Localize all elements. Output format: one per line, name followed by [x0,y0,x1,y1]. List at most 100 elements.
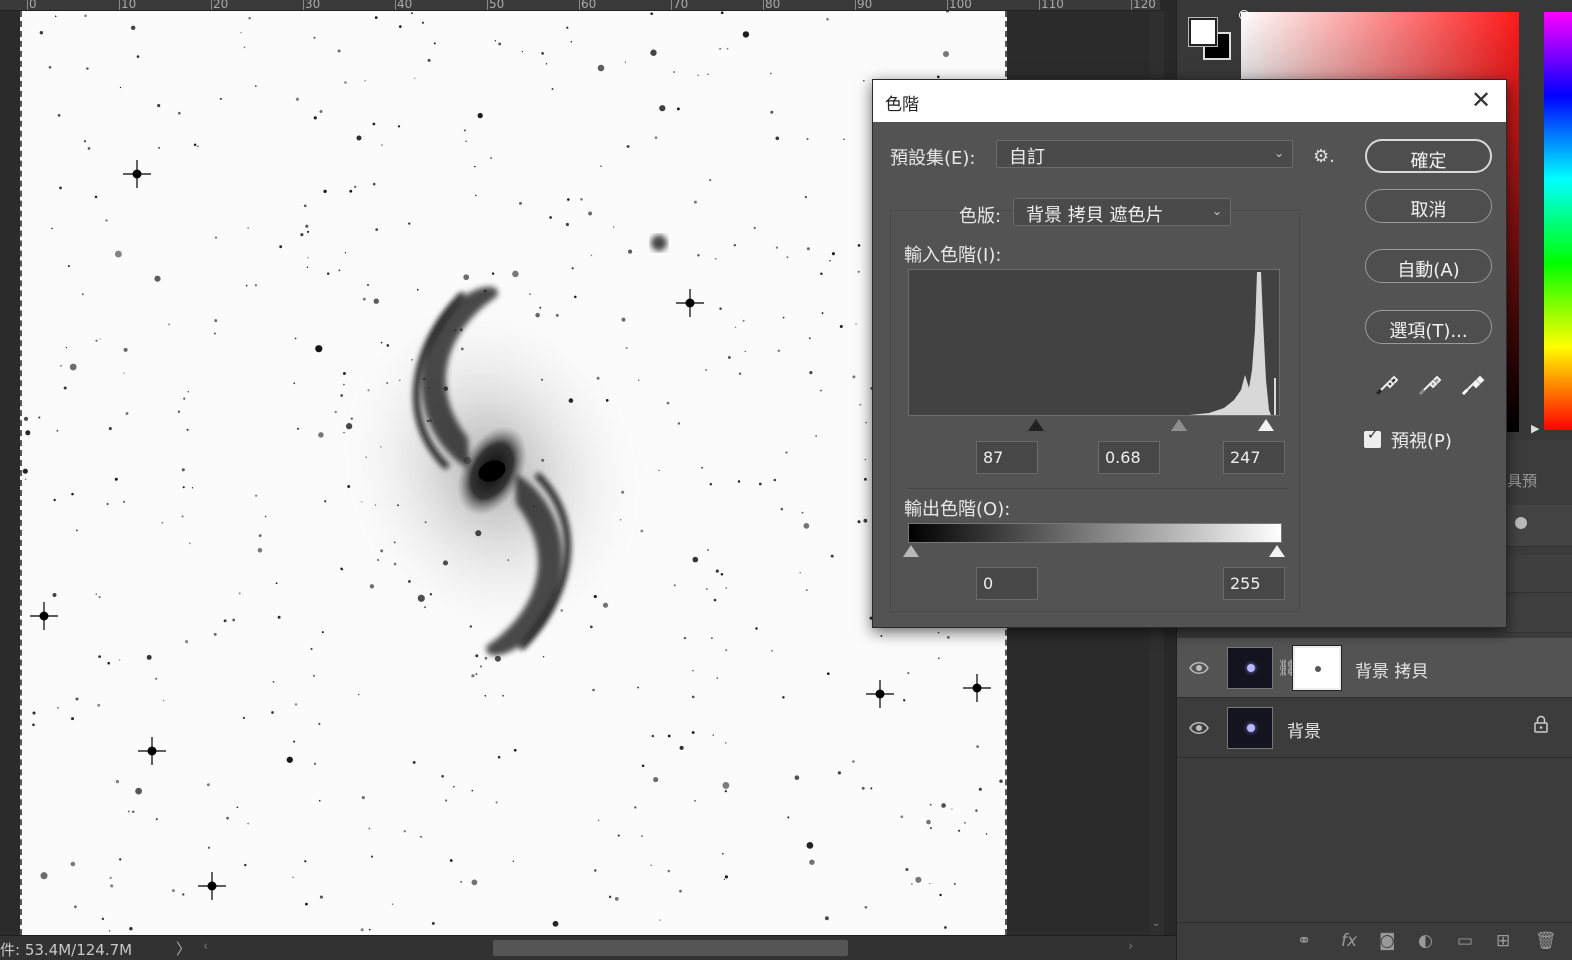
ruler-tick [579,0,580,10]
ruler-tick [763,0,764,10]
add-mask-icon[interactable]: ◙ [1379,931,1396,951]
ruler-tick-label: 100 [949,0,972,11]
hue-slider-marker-icon[interactable]: ▶ [1531,422,1539,435]
layer-thumbnail[interactable] [1227,707,1273,749]
foreground-background-swatches[interactable] [1188,17,1233,62]
channel-dropdown[interactable]: 背景 拷貝 遮色片 ⌄ [1013,198,1231,226]
input-white-slider[interactable] [1258,419,1274,431]
ok-button-label: 確定 [1410,151,1447,172]
ruler-tick-label: 50 [489,0,505,11]
output-black-slider[interactable] [903,545,919,557]
ruler-tick [119,0,120,10]
ruler-tick [395,0,396,10]
lock-icon[interactable] [1533,715,1549,733]
ruler-tick-label: 40 [397,0,413,11]
radio-dot-icon [1515,517,1527,529]
options-button[interactable]: 選項(T)... [1365,310,1492,344]
new-layer-icon[interactable]: ⊞ [1496,931,1510,951]
galaxy [337,286,647,656]
auto-button-label: 自動(A) [1397,260,1460,281]
ruler-tick-label: 10 [121,0,137,11]
channel-label: 色版: [959,206,1002,227]
eye-icon[interactable] [1189,718,1209,738]
output-white-value: 255 [1230,574,1261,593]
properties-tab-label[interactable]: 具預 [1507,470,1537,491]
output-white-slider[interactable] [1269,545,1285,557]
ruler-tick-label: 0 [29,0,37,11]
scroll-left-icon[interactable]: ‹ [203,939,208,954]
ruler-tick-label: 110 [1041,0,1064,11]
output-black-field[interactable]: 0 [976,567,1038,600]
output-gradient-bar [908,523,1282,543]
adjustment-row[interactable] [1507,505,1572,547]
scroll-right-icon[interactable]: › [1128,939,1133,954]
layer-name[interactable]: 背景 拷貝 [1355,657,1428,682]
options-button-label: 選項(T)... [1389,321,1468,342]
document-image[interactable] [20,11,1007,935]
output-white-field[interactable]: 255 [1223,567,1285,600]
horizontal-scrollbar-thumb[interactable] [493,940,848,956]
eye-icon[interactable] [1189,658,1209,678]
color-picker-marker[interactable] [1239,10,1249,20]
input-gamma-slider[interactable] [1171,419,1187,431]
white-eyedropper-icon[interactable] [1459,372,1485,398]
dialog-titlebar[interactable]: 色階 ✕ [873,80,1506,122]
ruler-tick-label: 80 [765,0,781,11]
ok-button[interactable]: 確定 [1365,139,1492,173]
input-levels-label: 輸入色階(I): [904,245,1002,266]
ruler-tick [487,0,488,10]
layer-row-background[interactable]: 背景 [1177,698,1572,758]
chevron-down-icon: ⌄ [1211,204,1222,218]
output-levels-label: 輸出色階(O): [904,499,1011,520]
ruler-tick [1039,0,1040,10]
document-size-status: 件: 53.4M/124.7M [0,941,133,959]
layer-name[interactable]: 背景 [1287,717,1321,742]
adjustment-row[interactable] [1507,555,1572,593]
ruler-tick [211,0,212,10]
ruler-tick-label: 90 [857,0,873,11]
input-gamma-field[interactable]: 0.68 [1098,441,1160,474]
ruler-tick-label: 70 [673,0,689,11]
ruler-tick-label: 30 [305,0,321,11]
black-eyedropper-icon[interactable] [1373,372,1399,398]
ruler-tick [855,0,856,10]
layer-mask-thumbnail[interactable] [1292,645,1342,691]
ruler-tick [303,0,304,10]
input-black-slider[interactable] [1028,419,1044,431]
histogram-graph [909,272,1279,415]
trash-icon[interactable]: 🗑 [1535,931,1557,951]
input-gamma-value: 0.68 [1105,448,1141,467]
layer-thumbnail[interactable] [1227,647,1273,689]
adjustment-row[interactable] [1507,597,1572,633]
auto-button[interactable]: 自動(A) [1365,249,1492,283]
preview-label[interactable]: 預視(P) [1391,427,1452,453]
divider [908,488,1288,489]
output-black-value: 0 [983,574,994,593]
status-bar: 件: 53.4M/124.7M 〉 ‹ › [0,935,1176,960]
close-icon[interactable]: ✕ [1471,86,1491,114]
status-menu-arrow-icon[interactable]: 〉 [176,938,191,959]
fx-icon[interactable]: fx [1341,931,1357,951]
adjustment-layer-icon[interactable]: ◐ [1418,931,1433,951]
photoshop-window: 0 10 20 30 40 50 60 70 80 90 100 110 120 [0,0,1572,960]
foreground-color-swatch[interactable] [1188,17,1218,47]
preset-dropdown[interactable]: 自訂 ⌄ [996,140,1293,168]
input-black-field[interactable]: 87 [976,441,1038,474]
ruler-tick-label: 60 [581,0,597,11]
layer-row-background-copy[interactable]: ⛓ 背景 拷貝 [1177,638,1572,698]
cancel-button[interactable]: 取消 [1365,189,1492,223]
ruler-tick [671,0,672,10]
channel-value: 背景 拷貝 遮色片 [1026,205,1164,226]
histogram [908,269,1280,416]
ruler-tick-label: 20 [213,0,229,11]
horizontal-ruler[interactable]: 0 10 20 30 40 50 60 70 80 90 100 110 120 [0,0,1160,11]
input-white-field[interactable]: 247 [1223,441,1285,474]
gear-icon[interactable]: ⚙. [1313,146,1335,167]
link-layers-icon[interactable]: ⚭ [1297,931,1311,951]
input-white-value: 247 [1230,448,1261,467]
new-group-folder-icon[interactable]: ▭ [1457,931,1473,951]
hue-slider[interactable] [1544,12,1572,430]
gray-eyedropper-icon[interactable] [1416,372,1442,398]
preset-value: 自訂 [1009,147,1045,168]
scroll-down-icon[interactable]: ⌄ [1152,918,1160,929]
